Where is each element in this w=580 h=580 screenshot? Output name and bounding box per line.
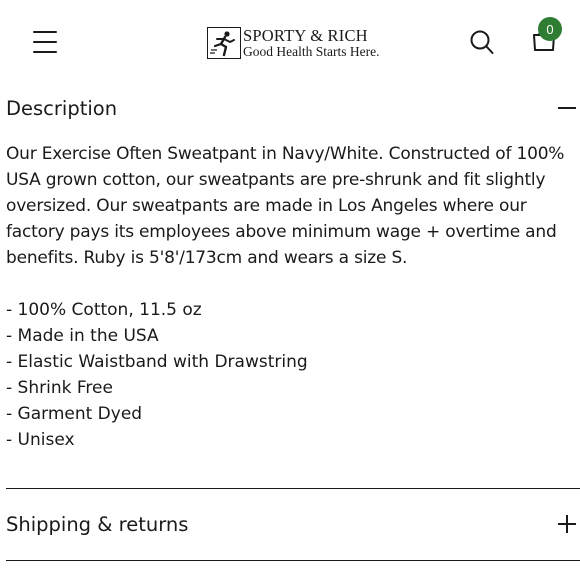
list-item: - Shrink Free [6, 378, 113, 398]
section-divider [6, 560, 580, 561]
menu-bar [33, 51, 57, 53]
logo-text: SPORTY & RICH Good Health Starts Here. [243, 25, 380, 59]
menu-bar [33, 31, 57, 33]
cart-count-badge[interactable]: 0 [538, 17, 562, 41]
list-item: - 100% Cotton, 11.5 oz [6, 300, 202, 320]
search-button[interactable] [470, 30, 494, 56]
list-item: - Unisex [6, 430, 75, 450]
runner-logo-icon [207, 27, 241, 59]
brand-name: SPORTY & RICH [243, 25, 368, 45]
product-page: SPORTY & RICH Good Health Starts Here. 0… [0, 0, 580, 580]
list-item: - Elastic Waistband with Drawstring [6, 352, 308, 372]
brand-tagline: Good Health Starts Here. [243, 44, 380, 59]
menu-bar [33, 41, 57, 43]
list-item: - Garment Dyed [6, 404, 143, 424]
feature-list: - 100% Cotton, 11.5 oz - Made in the USA… [6, 297, 580, 453]
expand-plus-icon[interactable] [557, 514, 577, 534]
menu-button[interactable] [33, 31, 57, 53]
site-header: SPORTY & RICH Good Health Starts Here. 0 [0, 0, 580, 84]
description-body: Our Exercise Often Sweatpant in Navy/Whi… [6, 141, 580, 453]
shipping-accordion-header[interactable]: Shipping & returns [6, 504, 580, 544]
section-divider [6, 488, 580, 489]
brand-logo[interactable]: SPORTY & RICH Good Health Starts Here. [207, 25, 379, 61]
list-item: - Made in the USA [6, 326, 159, 346]
description-accordion-header[interactable]: Description [6, 88, 580, 128]
shipping-title: Shipping & returns [6, 512, 189, 536]
description-title: Description [6, 96, 118, 120]
collapse-minus-icon[interactable] [557, 98, 577, 118]
description-paragraph: Our Exercise Often Sweatpant in Navy/Whi… [6, 144, 565, 268]
search-icon [470, 30, 494, 54]
